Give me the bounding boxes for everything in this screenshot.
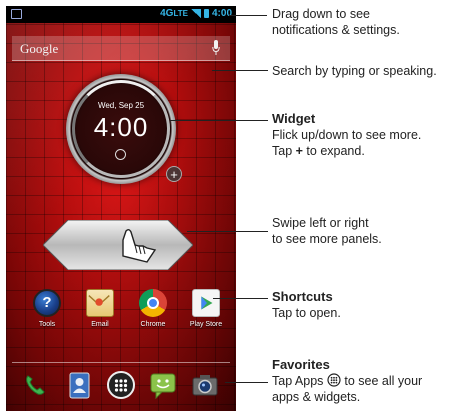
callout-favorites: Favorites Tap Apps to see all your apps …: [272, 357, 423, 404]
leader-shortcuts: [213, 298, 268, 299]
shortcut-tools[interactable]: ? Tools: [23, 289, 71, 328]
status-bar[interactable]: 4GLTE 4:00: [6, 6, 236, 23]
microphone-icon[interactable]: [212, 40, 220, 56]
alarm-icon: [115, 149, 126, 160]
messaging-icon: [150, 373, 176, 400]
apps-icon: [107, 371, 135, 399]
battery-icon: [203, 9, 209, 18]
shortcuts-row: ? Tools Email Chrome Play Store: [21, 289, 231, 339]
leader-notifications: [229, 15, 267, 16]
shortcut-chrome[interactable]: Chrome: [129, 289, 177, 328]
callout-notifications: Drag down to see notifications & setting…: [272, 7, 400, 37]
play-store-icon: [192, 289, 220, 317]
google-search-bar[interactable]: Google: [12, 36, 230, 61]
dock-messaging[interactable]: [148, 370, 178, 400]
dock-camera[interactable]: [190, 370, 220, 400]
notification-icon: [11, 9, 22, 19]
favorites-dock: [6, 370, 236, 406]
status-indicators: 4GLTE 4:00: [160, 8, 232, 19]
dock-divider: [12, 362, 230, 363]
home-screen: 4GLTE 4:00 Google Wed, Sep 25 4:00 + ? T…: [6, 6, 236, 411]
camera-icon: [192, 375, 218, 396]
leader-favorites: [225, 382, 268, 383]
dock-phone[interactable]: [20, 370, 50, 400]
callout-search: Search by typing or speaking.: [272, 64, 437, 78]
status-clock: 4:00: [211, 8, 232, 19]
leader-widget: [170, 120, 268, 121]
leader-swipe: [187, 231, 268, 232]
widget-time: 4:00: [93, 112, 149, 142]
callout-shortcuts: Shortcuts Tap to open.: [272, 289, 341, 320]
tools-icon: ?: [33, 289, 61, 317]
leader-search: [212, 70, 268, 71]
shortcut-email[interactable]: Email: [76, 289, 124, 328]
email-icon: [86, 289, 114, 317]
widget-date: Wed, Sep 25: [97, 101, 145, 110]
widget-expand-button[interactable]: +: [166, 166, 182, 182]
apps-icon: [327, 373, 341, 387]
swipe-arrow-illustration: [43, 220, 193, 270]
signal-icon: [190, 9, 201, 18]
dock-contacts[interactable]: [64, 370, 94, 400]
google-logo: Google: [20, 41, 59, 56]
wallpaper: [6, 6, 236, 411]
shortcut-play-store[interactable]: Play Store: [182, 289, 230, 328]
phone-icon: [26, 375, 45, 395]
callout-widget: Widget Flick up/down to see more. Tap + …: [272, 111, 422, 158]
contacts-icon: [69, 372, 90, 399]
callout-swipe: Swipe left or right to see more panels.: [272, 216, 382, 246]
clock-widget[interactable]: Wed, Sep 25 4:00: [66, 74, 176, 184]
chrome-icon: [139, 289, 167, 317]
network-type: 4GLTE: [160, 8, 188, 19]
dock-apps[interactable]: [106, 370, 136, 400]
